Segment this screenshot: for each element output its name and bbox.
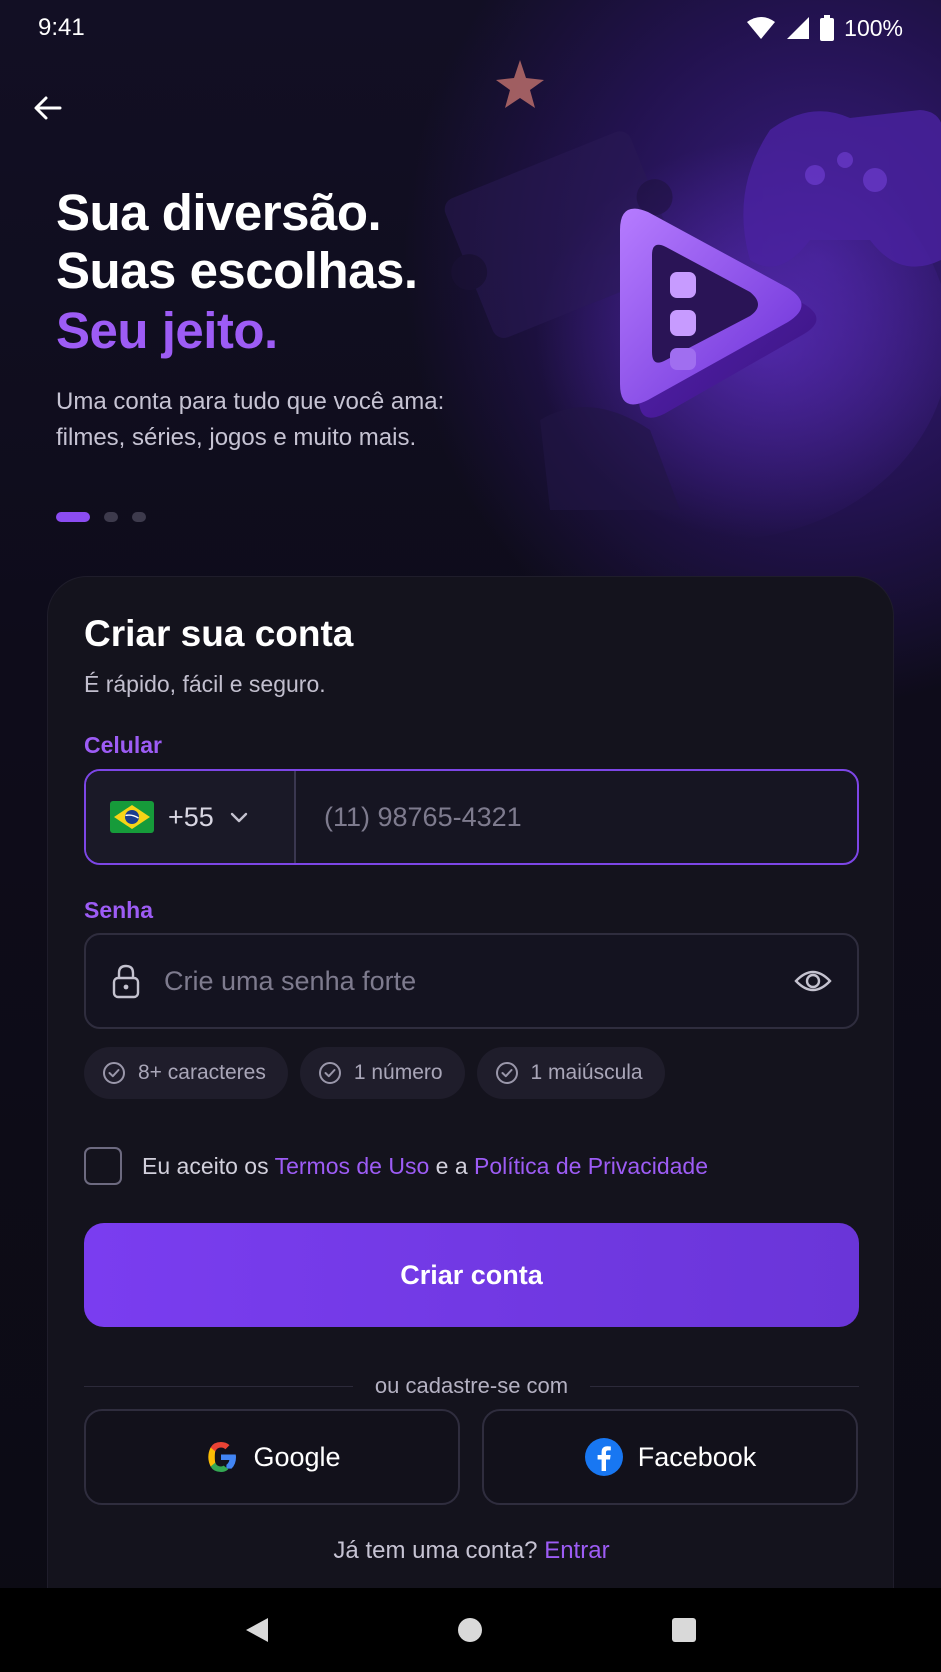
country-code: +55 [168, 801, 214, 832]
login-prompt-row: Já tem uma conta? Entrar [48, 1537, 895, 1565]
hero-title-accent: Seu jeito. [56, 302, 278, 359]
hero-title-line-2: Suas escolhas. [56, 242, 418, 299]
requirement-label: 8+ caracteres [138, 1061, 266, 1084]
back-button[interactable] [28, 88, 68, 128]
signup-card: Criar sua conta É rápido, fácil e seguro… [47, 576, 894, 1672]
social-signup: Google Facebook [84, 1409, 858, 1505]
square-recents-icon [672, 1618, 697, 1642]
google-signup-button[interactable]: Google [84, 1409, 460, 1505]
system-nav-bar [0, 1588, 941, 1672]
facebook-signup-button[interactable]: Facebook [482, 1409, 858, 1505]
hero-text: Sua diversão. Suas escolhas. Seu jeito. … [56, 184, 576, 456]
password-input[interactable] [142, 935, 793, 1027]
requirement-label: 1 número [353, 1061, 443, 1084]
status-time: 9:41 [38, 14, 85, 41]
check-circle-icon [318, 1062, 341, 1084]
eye-icon [794, 970, 832, 992]
circle-home-icon [458, 1618, 483, 1642]
requirement-chip: 1 maiúscula [476, 1047, 665, 1099]
google-icon [208, 1442, 237, 1472]
privacy-policy-link[interactable]: Política de Privacidade [474, 1153, 708, 1179]
check-circle-icon [495, 1062, 518, 1084]
terms-text: Eu aceito os Termos de Uso e a Política … [142, 1153, 708, 1180]
status-icons: 100% [746, 15, 903, 42]
password-label: Senha [84, 897, 154, 923]
check-circle-icon [103, 1062, 125, 1084]
password-field [84, 933, 859, 1029]
brazil-flag-icon [110, 801, 154, 833]
nav-recents-button[interactable] [664, 1610, 704, 1650]
cell-signal-icon [787, 17, 810, 39]
toggle-password-visibility[interactable] [793, 961, 833, 1001]
battery-percent: 100% [844, 14, 903, 41]
login-prompt: Já tem uma conta? [333, 1537, 538, 1564]
google-label: Google [253, 1441, 341, 1472]
terms-of-use-link[interactable]: Termos de Uso [275, 1153, 430, 1179]
nav-home-button[interactable] [450, 1610, 490, 1650]
carousel-dot-active[interactable] [56, 512, 90, 522]
card-title: Criar sua conta [84, 613, 354, 654]
requirement-label: 1 maiúscula [530, 1061, 643, 1084]
arrow-left-icon [34, 96, 62, 120]
divider-line [84, 1385, 353, 1387]
facebook-icon [584, 1438, 623, 1476]
carousel-dot[interactable] [104, 512, 118, 522]
requirement-chip: 1 número [299, 1047, 465, 1099]
hero-title-line-1: Sua diversão. [56, 184, 382, 241]
lock-icon [112, 964, 140, 999]
login-link[interactable]: Entrar [544, 1537, 609, 1564]
nav-back-button[interactable] [237, 1610, 277, 1650]
carousel-dot[interactable] [132, 512, 146, 522]
signup-screen: 9:41 100% Sua diversão. Suas escolhas. S… [0, 0, 941, 1672]
requirement-chip: 8+ caracteres [84, 1047, 288, 1099]
wifi-icon [747, 17, 776, 39]
triangle-back-icon [245, 1618, 268, 1642]
chevron-down-icon [230, 812, 248, 823]
password-requirements: 8+ caracteres 1 número 1 maiúscula [84, 1047, 665, 1099]
card-subtitle: É rápido, fácil e seguro. [84, 671, 326, 697]
divider-text: ou cadastre-se com [374, 1373, 569, 1398]
carousel-indicator [56, 512, 146, 522]
country-code-select[interactable]: +55 [86, 771, 296, 863]
phone-label: Celular [84, 732, 162, 758]
hero-subtitle: Uma conta para tudo que você ama: filmes… [56, 388, 445, 451]
terms-middle: e a [435, 1152, 468, 1179]
divider: ou cadastre-se com [84, 1373, 860, 1399]
facebook-label: Facebook [637, 1441, 757, 1472]
phone-field: +55 [84, 769, 859, 865]
terms-row: Eu aceito os Termos de Uso e a Política … [84, 1147, 708, 1185]
terms-prefix: Eu aceito os [142, 1152, 269, 1179]
terms-checkbox[interactable] [84, 1147, 122, 1185]
battery-icon [820, 15, 835, 41]
divider-line [590, 1385, 860, 1387]
create-account-button[interactable]: Criar conta [84, 1223, 859, 1327]
phone-input[interactable] [296, 771, 857, 863]
